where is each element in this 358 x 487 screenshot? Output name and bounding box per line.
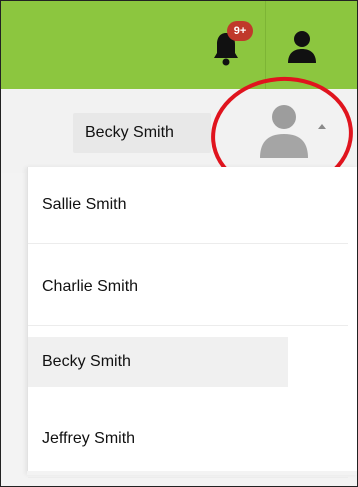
header-divider: [265, 1, 266, 89]
caret-up-icon[interactable]: [318, 124, 326, 129]
app-frame: 9+ Becky Smith Sallie Smith Charlie Smit…: [0, 0, 358, 487]
avatar-icon[interactable]: [256, 104, 312, 158]
menu-item-becky-smith[interactable]: Becky Smith: [28, 337, 288, 387]
menu-item-sallie-smith[interactable]: Sallie Smith: [28, 167, 348, 244]
notification-badge: 9+: [227, 21, 253, 41]
user-dropdown-menu: Sallie Smith Charlie Smith Becky Smith J…: [27, 167, 357, 478]
top-navigation-bar: 9+: [1, 1, 357, 89]
selected-user-button[interactable]: Becky Smith: [73, 113, 211, 153]
dropdown-bottom-edge: [27, 471, 357, 475]
menu-item-charlie-smith[interactable]: Charlie Smith: [28, 249, 348, 326]
user-icon[interactable]: [286, 29, 318, 65]
menu-item-jeffrey-smith[interactable]: Jeffrey Smith: [28, 401, 348, 478]
